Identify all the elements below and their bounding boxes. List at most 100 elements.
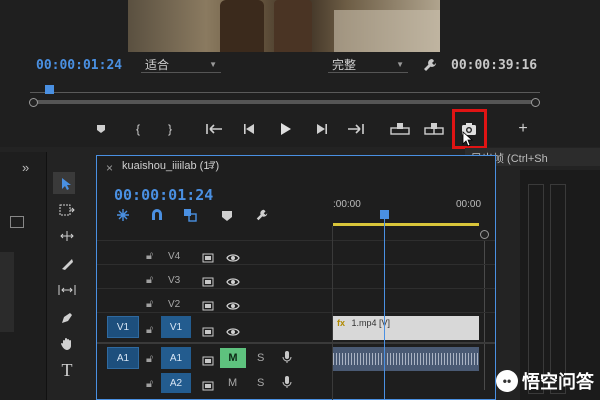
sync-lock-icon[interactable] [202,353,214,371]
track-lock-v3[interactable]: 🔓︎ [146,274,153,287]
panel-expand-icon[interactable]: » [22,160,29,175]
watermark-text: 悟空问答 [522,372,594,392]
mark-out-icon: } [167,122,172,136]
lift-button[interactable] [388,118,412,140]
ruler-label-start: :00:00 [333,199,361,210]
quality-dropdown[interactable]: 完整 ▼ [328,57,408,73]
add-marker-button[interactable] [92,118,110,140]
monitor-zoom-scrollbar[interactable] [34,100,534,104]
play-icon [281,123,291,135]
monitor-current-timecode[interactable]: 00:00:01:24 [36,58,122,73]
sync-lock-icon[interactable] [202,324,214,342]
audio-clip[interactable] [333,347,479,371]
scrollbar-right-handle[interactable] [531,98,540,107]
eye-icon[interactable] [226,324,240,342]
step-back-button[interactable] [240,118,260,140]
sequence-tab[interactable]: kuaishou_iiiilab (17) [122,160,219,172]
arrow-icon [62,178,71,190]
mute-button-a1[interactable]: M [220,348,246,368]
track-name-v3: V3 [168,275,181,286]
wrench-icon[interactable] [422,57,440,75]
step-forward-icon [317,124,327,134]
eye-icon[interactable] [226,250,240,268]
video-clip[interactable]: fx 1.mp4 [V] [333,316,479,340]
track-lock-v1[interactable]: 🔓︎ [146,324,153,337]
video-preview [128,0,440,52]
button-editor-button[interactable]: + [514,118,532,140]
play-button[interactable] [275,118,295,140]
extract-button[interactable] [422,118,446,140]
type-tool[interactable]: T [56,360,78,380]
timeline-playhead-line [384,213,385,400]
microphone-icon[interactable] [282,375,292,394]
razor-tool[interactable] [56,254,78,274]
timeline-settings-wrench-icon[interactable] [255,208,269,227]
step-forward-button[interactable] [311,118,331,140]
audio-meters-panel [520,170,600,400]
tab-menu-icon[interactable]: ≡ [208,160,214,172]
pen-icon [62,313,72,323]
source-patch-a1[interactable]: A1 [107,347,139,369]
hand-icon [61,338,71,350]
monitor-playhead[interactable] [45,85,54,94]
go-to-out-button[interactable] [344,118,366,140]
go-to-in-icon [206,124,222,134]
track-name-v4: V4 [168,251,181,262]
mark-in-button[interactable]: { [130,118,146,140]
solo-button-a1[interactable]: S [257,352,264,364]
mute-button-a2[interactable]: M [228,377,237,389]
slip-tool[interactable] [56,280,78,300]
hand-tool[interactable] [56,334,78,354]
watermark: •• 悟空问答 [496,368,594,394]
mark-out-button[interactable]: } [162,118,178,140]
timeline-timecode[interactable]: 00:00:01:24 [114,186,213,204]
step-back-icon [244,124,254,134]
add-marker-icon[interactable] [221,209,233,227]
track-target-a1[interactable]: A1 [161,347,191,369]
scrollbar-left-handle[interactable] [29,98,38,107]
fx-badge: fx [337,318,346,328]
microphone-icon[interactable] [282,350,292,369]
go-to-in-button[interactable] [204,118,226,140]
track-lock-v4[interactable]: 🔓︎ [146,250,153,263]
track-target-a2[interactable]: A2 [161,373,191,393]
sync-lock-icon[interactable] [202,250,214,268]
pen-tool[interactable] [56,308,78,328]
track-target-v1[interactable]: V1 [161,316,191,338]
track-name-v2: V2 [168,299,181,310]
work-area-bar[interactable] [333,223,479,226]
marker-icon [97,125,105,133]
go-to-out-icon [348,124,364,134]
slip-icon [58,285,76,295]
audio-meter-left [528,184,544,394]
snap-magnet-icon[interactable] [150,208,164,227]
nest-toggle-icon[interactable] [116,208,130,227]
quality-dropdown-value: 完整 [332,58,357,72]
fit-dropdown-value: 适合 [145,58,170,72]
sync-lock-icon[interactable] [202,298,214,316]
track-lock-a1[interactable]: 🔓︎ [146,353,153,366]
type-icon: T [61,359,73,380]
track-select-tool[interactable] [56,200,78,220]
extract-icon [424,123,444,135]
fit-dropdown[interactable]: 适合 ▼ [141,57,221,73]
audio-waveform [333,353,479,365]
monitor-time-ruler[interactable] [30,92,540,93]
ruler-label-end: 00:00 [456,199,482,210]
vertical-scrollbar[interactable] [484,240,485,390]
vertical-scroll-handle-top[interactable] [480,230,489,239]
eye-icon[interactable] [226,274,240,292]
ripple-edit-tool[interactable] [56,226,78,246]
audio-meter-right [550,184,566,394]
eye-icon[interactable] [226,298,240,316]
source-patch-v1[interactable]: V1 [107,316,139,338]
sync-lock-icon[interactable] [202,274,214,292]
selection-tool[interactable] [56,174,78,194]
linked-selection-icon[interactable] [183,208,197,227]
track-lock-a2[interactable]: 🔓︎ [146,378,153,391]
track-lock-v2[interactable]: 🔓︎ [146,298,153,311]
close-icon[interactable]: × [106,161,113,175]
solo-button-a2[interactable]: S [257,377,264,389]
sync-lock-icon[interactable] [202,378,214,396]
new-bin-icon[interactable] [10,216,24,228]
